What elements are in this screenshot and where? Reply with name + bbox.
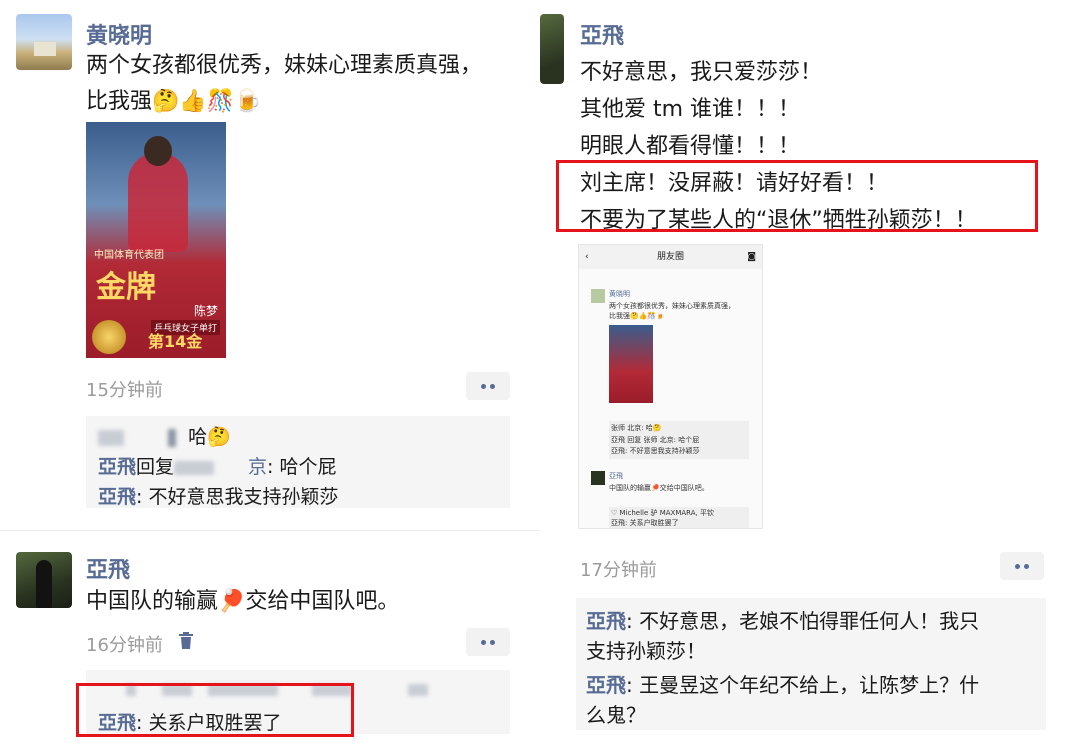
trash-icon[interactable] (178, 632, 194, 650)
camera-icon: ◙ (747, 252, 756, 262)
right-screenshot: 亞飛 不好意思，我只爱莎莎！ 其他爱 tm 谁谁！！！ 明眼人都看得懂！！！ 刘… (540, 0, 1080, 743)
blurred-name (168, 428, 177, 447)
comment[interactable]: 亞飛: 不好意思我支持孙颖莎 (98, 482, 338, 509)
avatar[interactable] (16, 552, 72, 608)
post-text: 两个女孩都很优秀，妹妹心理素质真强， 比我强🤔👍🎊🍺 (86, 48, 482, 120)
post-time-text: 16分钟前 (86, 635, 163, 656)
mini-comments: ♡ Michelle 驴 MAXMARA, 平钦 亞飛: 关系户取胜罢了 (609, 507, 749, 528)
mini-comments: 张师 北京: 哈🤔 亞飛 回复 张师 北京: 哈个屁 亞飛: 不好意思我支持孙颖… (609, 421, 749, 459)
comment-text: : 哈个屁 (267, 456, 337, 478)
dot-icon (490, 383, 495, 389)
comment-author[interactable]: 亞飛 (586, 609, 626, 633)
avatar[interactable] (540, 14, 564, 84)
poster-gold: 金牌 (96, 270, 156, 305)
reply-label: 回复 (136, 456, 175, 478)
post-time: 15分钟前 (86, 380, 163, 401)
post-text-line: 比我强 (86, 89, 153, 114)
blurred-name (98, 429, 124, 446)
more-button[interactable] (466, 372, 510, 400)
emoji-group: 🤔👍🎊🍺 (152, 89, 262, 114)
comments-box: 亞飛: 不好意思，老娘不怕得罪任何人！我只 支持孙颖莎！ 亞飛: 王曼昱这个年纪… (576, 598, 1046, 730)
comment[interactable]: 亞飛回复 京: 哈个屁 (98, 452, 337, 479)
comment[interactable]: 亞飛: 不好意思，老娘不怕得罪任何人！我只 支持孙颖莎！ (586, 606, 979, 666)
comment-text: : 王曼昱这个年纪不给上，让陈梦上？什 (626, 673, 980, 697)
poster-title: 中国体育代表团 (94, 250, 164, 261)
comment-author[interactable]: 亞飛 (586, 673, 626, 697)
comment-text: : 不好意思我支持孙颖莎 (136, 486, 339, 508)
comment-text: 么鬼？ (586, 703, 646, 727)
dot-icon (1024, 563, 1029, 569)
mini-text: 两个女孩都很优秀，妹妹心理素质真强， (609, 302, 735, 310)
comment-author[interactable]: 亞飛 (98, 486, 136, 508)
medal-icon (92, 320, 126, 354)
blurred-name (408, 683, 429, 696)
mini-author: 亞飛 (609, 472, 623, 480)
post-text-line: 其他爱 tm 谁谁！！！ (580, 97, 801, 122)
comment-text: 哈🤔 (188, 426, 231, 448)
post-time: 16分钟前 (86, 631, 163, 657)
more-button[interactable] (1000, 552, 1044, 580)
poster-athlete: 陈梦 (193, 304, 218, 318)
poster-count: 第14金 (148, 332, 203, 351)
comment[interactable]: 哈🤔 (98, 422, 231, 449)
mini-avatar (591, 471, 605, 485)
comments-box: 哈🤔 亞飛回复 京: 哈个屁 亞飛: 不好意思我支持孙颖莎 (86, 416, 510, 508)
comment-line: 亞飛: 王曼昱这个年纪不给上，让陈梦上？什 (586, 670, 979, 700)
medal-poster-image[interactable]: 中国体育代表团 金牌 陈梦 乒乓球女子单打 第14金 (86, 122, 226, 358)
post-text: 中国队的输赢🏓交给中国队吧。 (86, 589, 400, 614)
comment-author[interactable]: 亞飛 (98, 456, 136, 478)
athlete-figure (128, 152, 188, 252)
mini-title: 朋友圈 (656, 252, 684, 262)
post-author[interactable]: 黄晓明 (86, 18, 152, 50)
left-screenshot: 黄晓明 两个女孩都很优秀，妹妹心理素质真强， 比我强🤔👍🎊🍺 中国体育代表团 金… (0, 0, 540, 743)
dot-icon (481, 383, 486, 389)
mini-author: 黄晓明 (609, 290, 630, 298)
comment-author: 京 (248, 456, 268, 478)
comment-text: 支持孙颖莎！ (586, 639, 706, 663)
athlete-head (144, 136, 172, 166)
comment-text: : 不好意思，老娘不怕得罪任何人！我只 (626, 609, 980, 633)
back-icon: ‹ (585, 252, 589, 262)
mini-comment: 亞飛: 不好意思我支持孙颖莎 (611, 447, 700, 455)
person-figure (36, 560, 52, 608)
post-text-line: 不好意思，我只爱莎莎！ (580, 60, 823, 85)
mini-comment: 张师 北京: 哈🤔 (611, 424, 662, 432)
comment-line: 亞飛: 不好意思，老娘不怕得罪任何人！我只 (586, 606, 979, 636)
mini-poster (609, 325, 653, 403)
dot-icon (490, 639, 495, 645)
comment[interactable]: 亞飛: 王曼昱这个年纪不给上，让陈梦上？什 么鬼？ (586, 670, 979, 730)
divider (0, 530, 540, 531)
mini-text: 比我强🤔👍🎊🍺 (609, 312, 665, 320)
avatar[interactable] (16, 14, 72, 70)
mini-comment: 亞飛 回复 张师 北京: 哈个屁 (611, 436, 700, 444)
post-text-line: 两个女孩都很优秀，妹妹心理素质真强， (86, 53, 483, 78)
mini-nav-bar: ‹ 朋友圈 ◙ (579, 245, 762, 269)
more-button[interactable] (466, 628, 510, 656)
blurred-name (174, 460, 215, 475)
post-text-line: 比我强🤔👍🎊🍺 (86, 84, 482, 120)
dot-icon (481, 639, 486, 645)
mini-comment: 亞飛: 关系户取胜罢了 (611, 519, 679, 527)
embedded-screenshot-image[interactable]: ‹ 朋友圈 ◙ 黄晓明 两个女孩都很优秀，妹妹心理素质真强， 比我强🤔👍🎊🍺 张… (578, 244, 763, 529)
post-time: 17分钟前 (580, 560, 657, 581)
post-author[interactable]: 亞飛 (580, 18, 624, 50)
dot-icon (1015, 563, 1020, 569)
house-icon (34, 42, 56, 56)
mini-text: 中国队的输赢🏓交给中国队吧。 (609, 484, 709, 492)
mini-comment: ♡ Michelle 驴 MAXMARA, 平钦 (611, 509, 714, 517)
highlight-box (76, 683, 354, 737)
mini-avatar (591, 289, 605, 303)
post-author[interactable]: 亞飛 (86, 552, 130, 584)
highlight-box (556, 160, 1038, 232)
